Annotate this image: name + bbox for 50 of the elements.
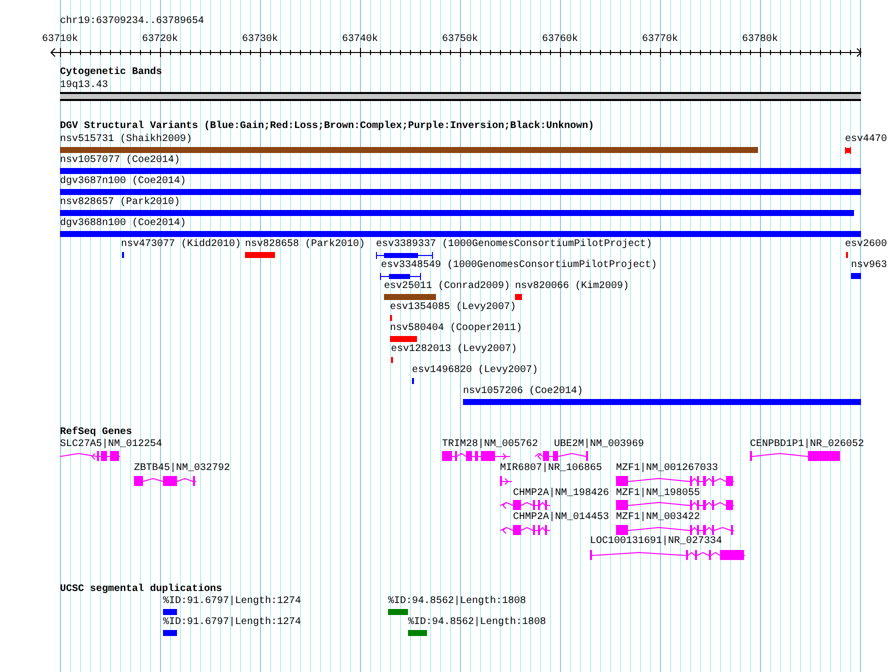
duplication-label: %ID:94.8562|Length:1808 — [408, 618, 546, 628]
gene-label: UBE2M|NM_003969 — [554, 440, 644, 450]
gene-label: CHMP2A|NM_014453 — [513, 513, 610, 523]
variant-label: esv3389337 (1000GenomesConsortiumPilotProject) — [376, 240, 652, 250]
variant-label: esv1354085 (Levy2007) — [390, 303, 516, 313]
gene-label: LOC100131691|NR_027334 — [590, 537, 722, 547]
duplication-label: %ID:94.8562|Length:1808 — [388, 597, 526, 607]
variant-label: esv25011 (Conrad2009) — [384, 282, 510, 292]
gene-label: MIR6807|NR_106865 — [500, 464, 602, 474]
tick-label: 63710k — [42, 35, 78, 45]
track-title: RefSeq Genes — [60, 428, 132, 438]
tick-label: 63740k — [342, 35, 378, 45]
variant-label: nsv828658 (Park2010) — [245, 240, 366, 250]
tick-label: 63720k — [142, 35, 178, 45]
gene-label: MZF1|NM_003422 — [616, 513, 700, 523]
tick-label: 63750k — [442, 35, 478, 45]
variant-label: nsv828657 (Park2010) — [60, 198, 180, 208]
variant-label: nsv1057077 (Coe2014) — [60, 156, 180, 166]
variant-label: nsv820066 (Kim2009) — [515, 282, 630, 292]
variant-label: nsv1057206 (Coe2014) — [463, 387, 584, 397]
band-label: 19q13.43 — [60, 81, 108, 91]
gene-label: CENPBD1P1|NR_026052 — [750, 440, 864, 450]
track-title: DGV Structural Variants (Blue:Gain;Red:Loss;Brown:Complex;Purple:Inversion;Black:Unknown) — [60, 122, 594, 132]
track-title: UCSC segmental duplications — [60, 585, 222, 595]
gene-label: TRIM28|NM_005762 — [442, 440, 538, 450]
variant-label: dgv3687n100 (Coe2014) — [60, 177, 186, 187]
tick-label: 63730k — [242, 35, 278, 45]
variant-label: dgv3688n100 (Coe2014) — [60, 219, 186, 229]
track-title: Cytogenetic Bands — [60, 68, 162, 78]
variant-label: nsv580404 (Cooper2011) — [390, 324, 522, 334]
gene-label: ZBTB45|NM_032792 — [134, 464, 230, 474]
gene-label: MZF1|NM_198055 — [616, 489, 700, 499]
variant-label: esv1496820 (Levy2007) — [412, 366, 538, 376]
variant-label: esv3348549 (1000GenomesConsortiumPilotProject) — [381, 261, 658, 271]
variant-label: esv2600 — [845, 240, 888, 250]
variant-label: esv1282013 (Levy2007) — [391, 345, 518, 355]
gene-model — [134, 476, 196, 486]
tick-label: 63780k — [742, 35, 778, 45]
duplication-label: %ID:91.6797|Length:1274 — [163, 597, 302, 607]
duplication-label: %ID:91.6797|Length:1274 — [163, 618, 302, 628]
gene-label: SLC27A5|NM_012254 — [60, 440, 162, 450]
gene-label: CHMP2A|NM_198426 — [513, 489, 610, 499]
gene-label: MZF1|NM_001267033 — [616, 464, 718, 474]
variant-label: nsv473077 (Kidd2010) — [121, 240, 242, 250]
variant-label: esv4470 — [845, 135, 888, 145]
tick-label: 63770k — [642, 35, 678, 45]
variant-label: nsv963 — [851, 261, 888, 271]
location-label: chr19:63709234..63789654 — [60, 17, 204, 27]
tick-label: 63760k — [542, 35, 578, 45]
variant-label: nsv515731 (Shaikh2009) — [60, 135, 192, 145]
